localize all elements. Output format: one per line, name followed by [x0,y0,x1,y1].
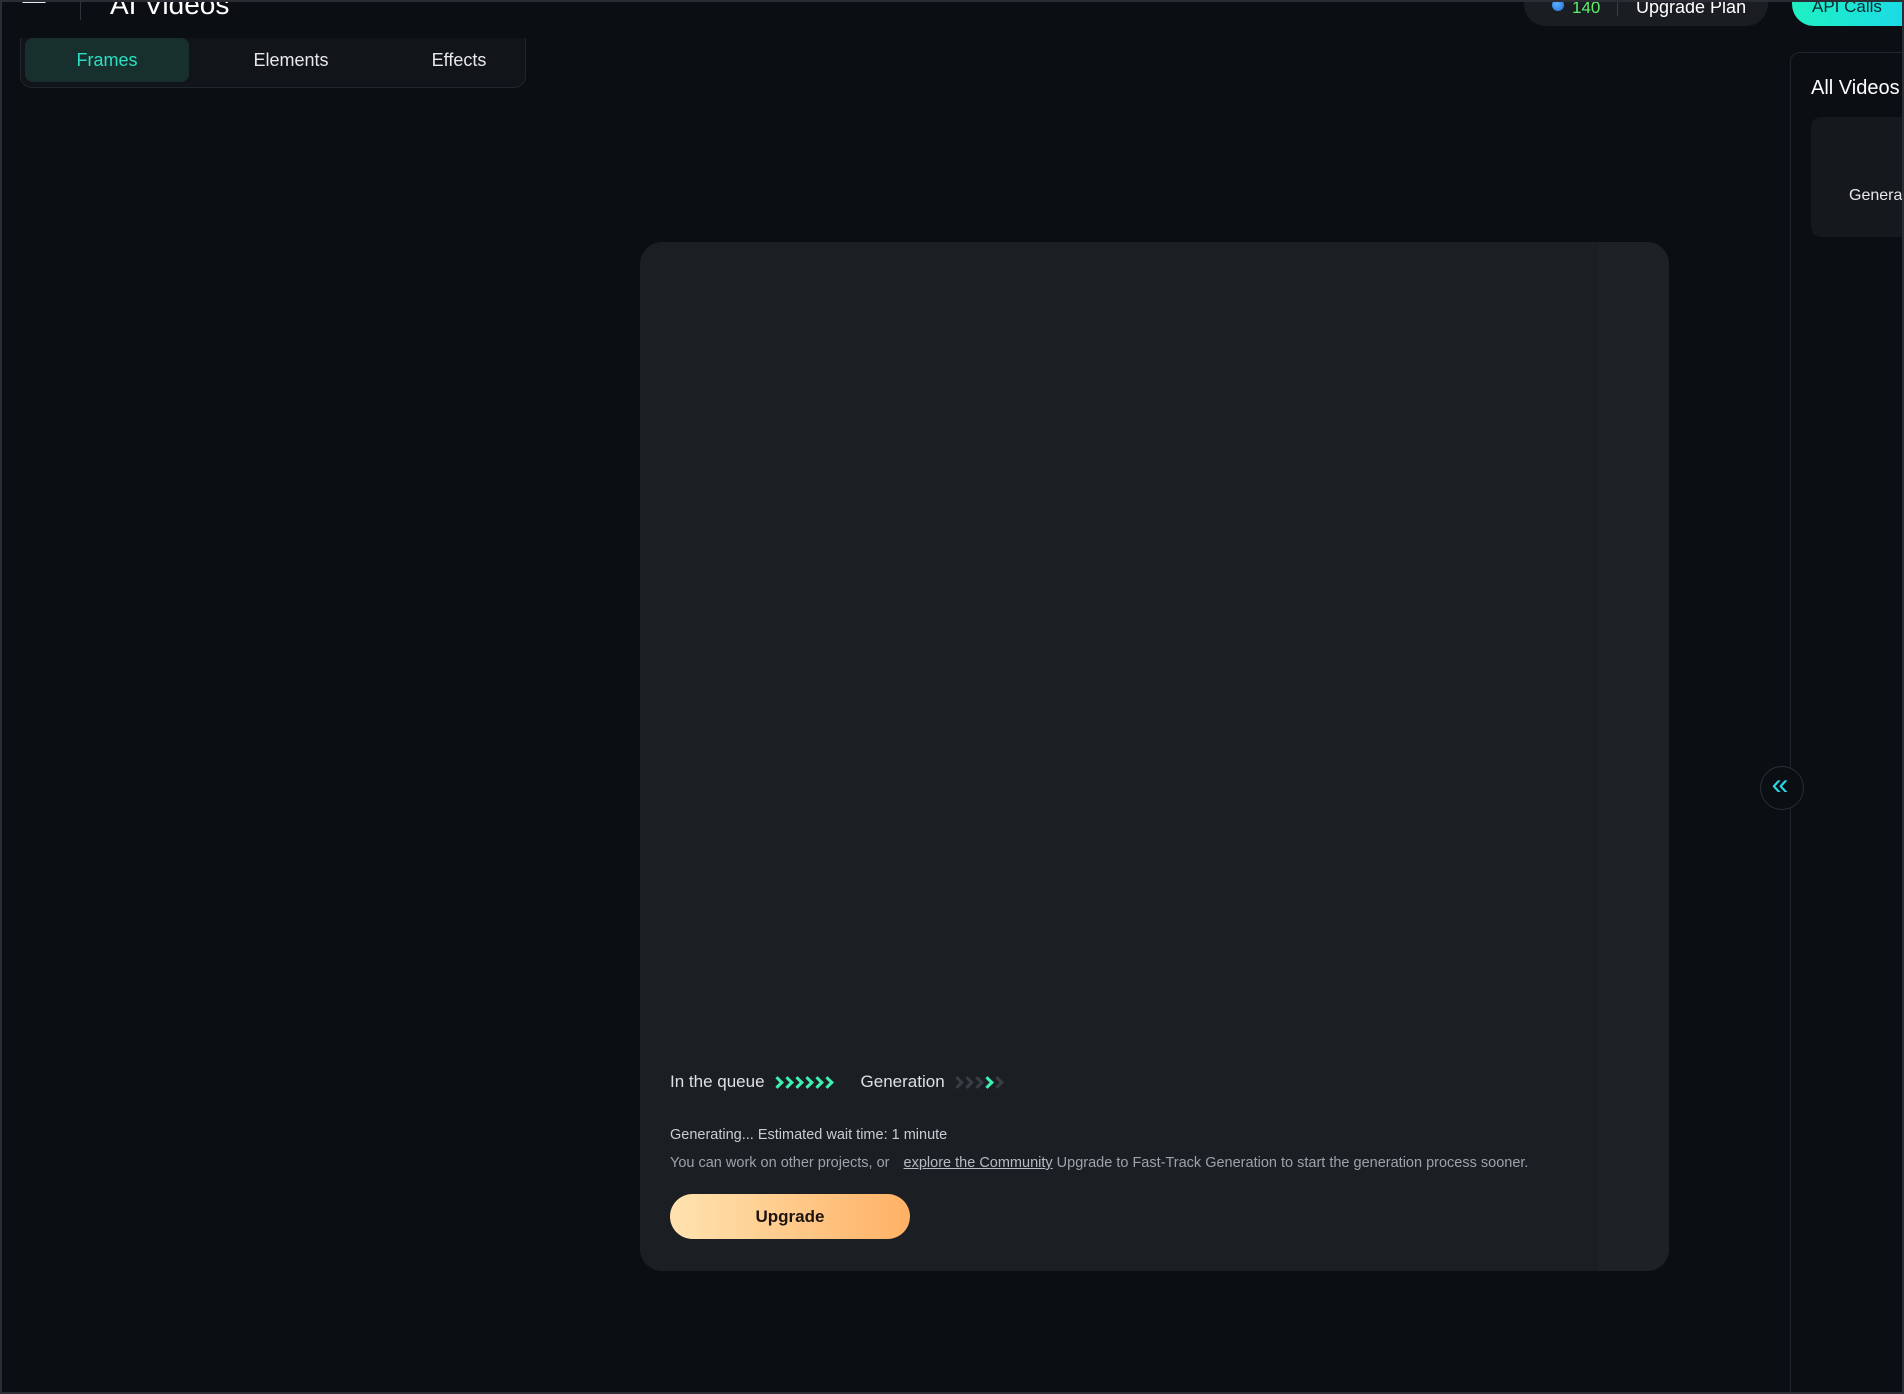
page-title: AI Videos [110,0,230,20]
chevron-right-icon [993,1075,1003,1089]
video-card-label: Genera [1849,187,1903,204]
generation-label: Generation [860,1072,945,1091]
card-shade [1599,242,1669,1271]
upgrade-plan-button[interactable]: Upgrade Plan [1636,2,1746,18]
tab-elements[interactable]: Elements [209,38,373,82]
credits-pill[interactable]: 140 Upgrade Plan [1524,0,1768,26]
chevron-right-icon [823,1075,833,1089]
tab-frames[interactable]: Frames [25,38,189,82]
generation-progress-icon [953,1075,1003,1089]
community-link[interactable]: explore the Community [904,1155,1053,1171]
pill-divider [1617,2,1618,16]
info-prefix: You can work on other projects, or [670,1155,890,1171]
info-suffix: Upgrade to Fast-Track Generation to star… [1056,1155,1529,1171]
info-message: You can work on other projects, or explo… [670,1155,1528,1171]
video-card[interactable]: Genera [1811,117,1903,237]
coin-icon [1552,2,1564,11]
app-window: AI Videos 140 Upgrade Plan API Calls Fra… [0,0,1904,1394]
status-message: Generating... Estimated wait time: 1 min… [670,1127,948,1143]
upgrade-button[interactable]: Upgrade [670,1194,910,1239]
panel-title: All Videos [1811,77,1900,99]
all-videos-panel: All Videos Genera [1790,52,1903,1392]
api-calls-button[interactable]: API Calls [1792,0,1902,26]
credit-count: 140 [1572,0,1601,17]
queue-label: In the queue [670,1072,765,1091]
double-chevron-left-icon[interactable]: « [1760,766,1804,810]
tab-effects[interactable]: Effects [377,38,541,82]
progress-status: In the queue Generation [670,1070,1003,1094]
api-calls-label: API Calls [1812,0,1882,16]
generation-card: In the queue Generation Generating... Es… [640,242,1669,1271]
queue-progress-icon [773,1075,833,1089]
header-divider [80,2,81,20]
top-header: AI Videos 140 Upgrade Plan API Calls [2,0,1902,42]
hamburger-icon[interactable] [22,2,50,16]
mode-tabs: Frames Elements Effects [20,38,526,88]
